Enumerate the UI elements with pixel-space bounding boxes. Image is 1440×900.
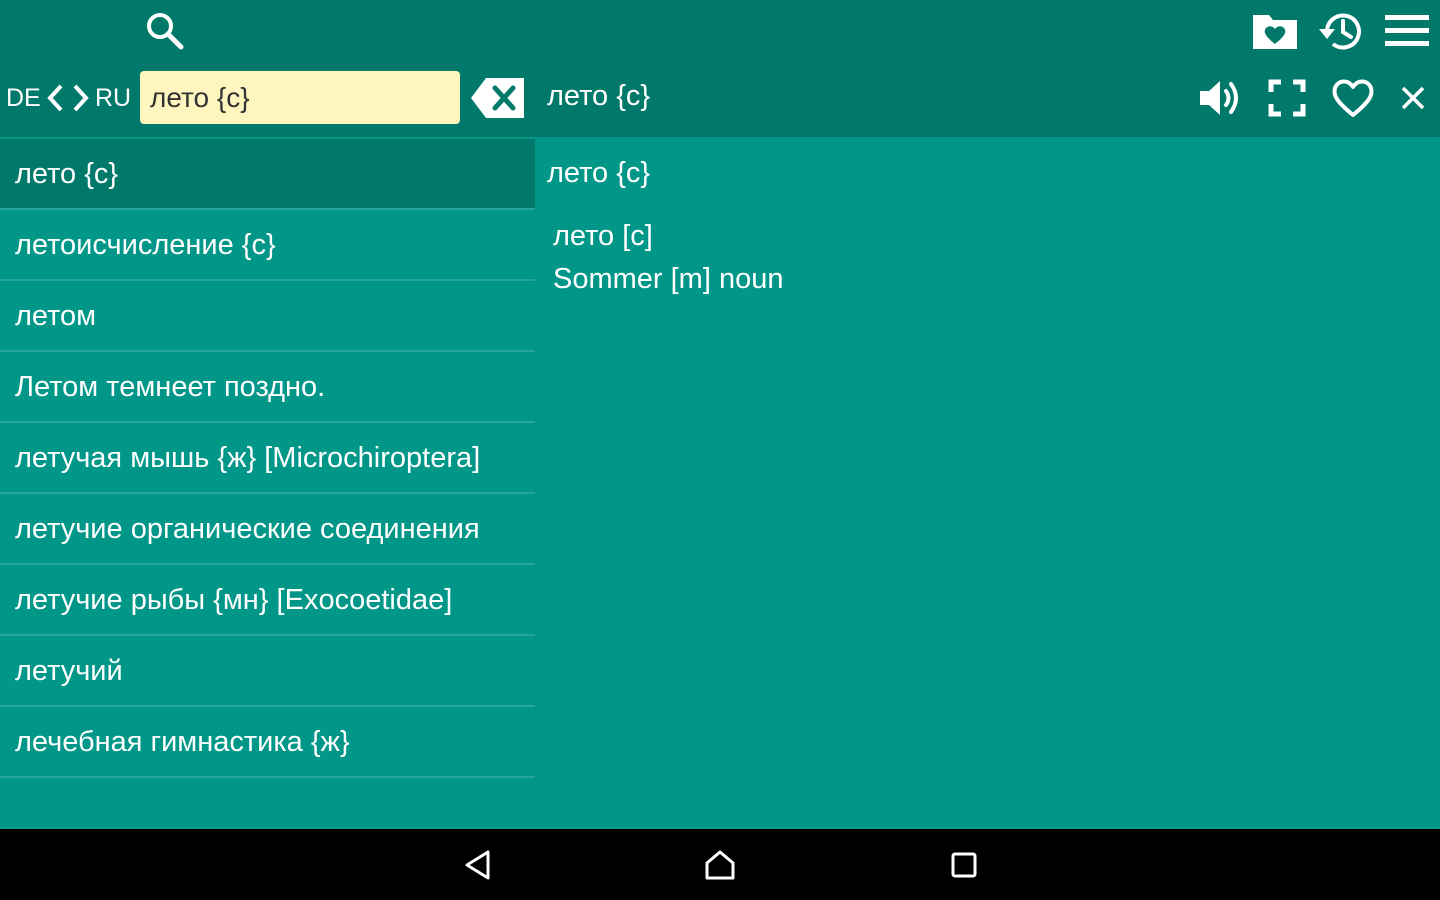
top-actions: [1242, 0, 1440, 62]
entry-body: лето [с] Sommer [m] noun: [553, 215, 783, 301]
history-button[interactable]: [1308, 0, 1374, 62]
current-word-title: лето {с}: [547, 80, 651, 112]
list-item[interactable]: летом: [0, 281, 535, 352]
list-item[interactable]: лечебная гимнастика {ж}: [0, 707, 535, 778]
close-icon: [1401, 86, 1425, 110]
dictionary-app: DE RU лето {с} лето {с} лето {с} летоисч…: [0, 0, 1440, 900]
search-button[interactable]: [140, 8, 190, 54]
fullscreen-button[interactable]: [1254, 68, 1320, 128]
detail-actions: [1188, 68, 1440, 128]
entry-translation: Sommer [m] noun: [553, 263, 784, 295]
source-language[interactable]: DE: [0, 84, 44, 113]
swap-right-button[interactable]: [68, 78, 92, 118]
menu-icon: [1385, 15, 1429, 46]
list-item[interactable]: летучие рыбы {мн} [Exocoetidae]: [0, 565, 535, 636]
chevron-left-icon: [47, 84, 63, 112]
entry-title: лето {с}: [547, 157, 651, 189]
list-item[interactable]: летоисчисление {с}: [0, 210, 535, 281]
favorites-folder-icon: [1253, 15, 1297, 49]
list-item[interactable]: Летом темнеет поздно.: [0, 352, 535, 423]
back-icon: [465, 850, 490, 880]
chevron-right-icon: [73, 84, 89, 112]
nav-back-button[interactable]: [448, 841, 508, 889]
target-language[interactable]: RU: [92, 84, 134, 113]
swap-left-button[interactable]: [44, 78, 68, 118]
list-item[interactable]: летучие органические соединения: [0, 494, 535, 565]
history-icon: [1319, 13, 1361, 50]
nav-recents-button[interactable]: [934, 841, 994, 889]
nav-home-button[interactable]: [690, 841, 750, 889]
search-icon: [147, 13, 184, 50]
fullscreen-icon: [1268, 79, 1306, 117]
heart-icon: [1332, 79, 1374, 117]
close-detail-button[interactable]: [1386, 68, 1440, 128]
speak-button[interactable]: [1188, 68, 1254, 128]
backspace-clear-icon: [471, 78, 524, 118]
home-icon: [705, 850, 735, 880]
recents-icon: [951, 852, 977, 878]
menu-button[interactable]: [1374, 0, 1440, 62]
list-item[interactable]: лето {с}: [0, 139, 535, 210]
translation-panel: лето {с} лето [с] Sommer [m] noun: [535, 139, 1440, 829]
speaker-icon: [1200, 81, 1238, 115]
clear-search-button[interactable]: [470, 76, 526, 120]
favorites-button[interactable]: [1242, 0, 1308, 62]
add-favorite-button[interactable]: [1320, 68, 1386, 128]
list-item[interactable]: летучая мышь {ж} [Microchiroptera]: [0, 423, 535, 494]
list-item[interactable]: летучий: [0, 636, 535, 707]
search-input[interactable]: [140, 71, 460, 124]
language-switcher: DE RU: [0, 68, 134, 128]
word-list: лето {с} летоисчисление {с} летом Летом …: [0, 139, 535, 829]
entry-headword: лето [с]: [553, 220, 653, 252]
app-header: DE RU лето {с}: [0, 0, 1440, 137]
system-nav-bar: [0, 829, 1440, 900]
